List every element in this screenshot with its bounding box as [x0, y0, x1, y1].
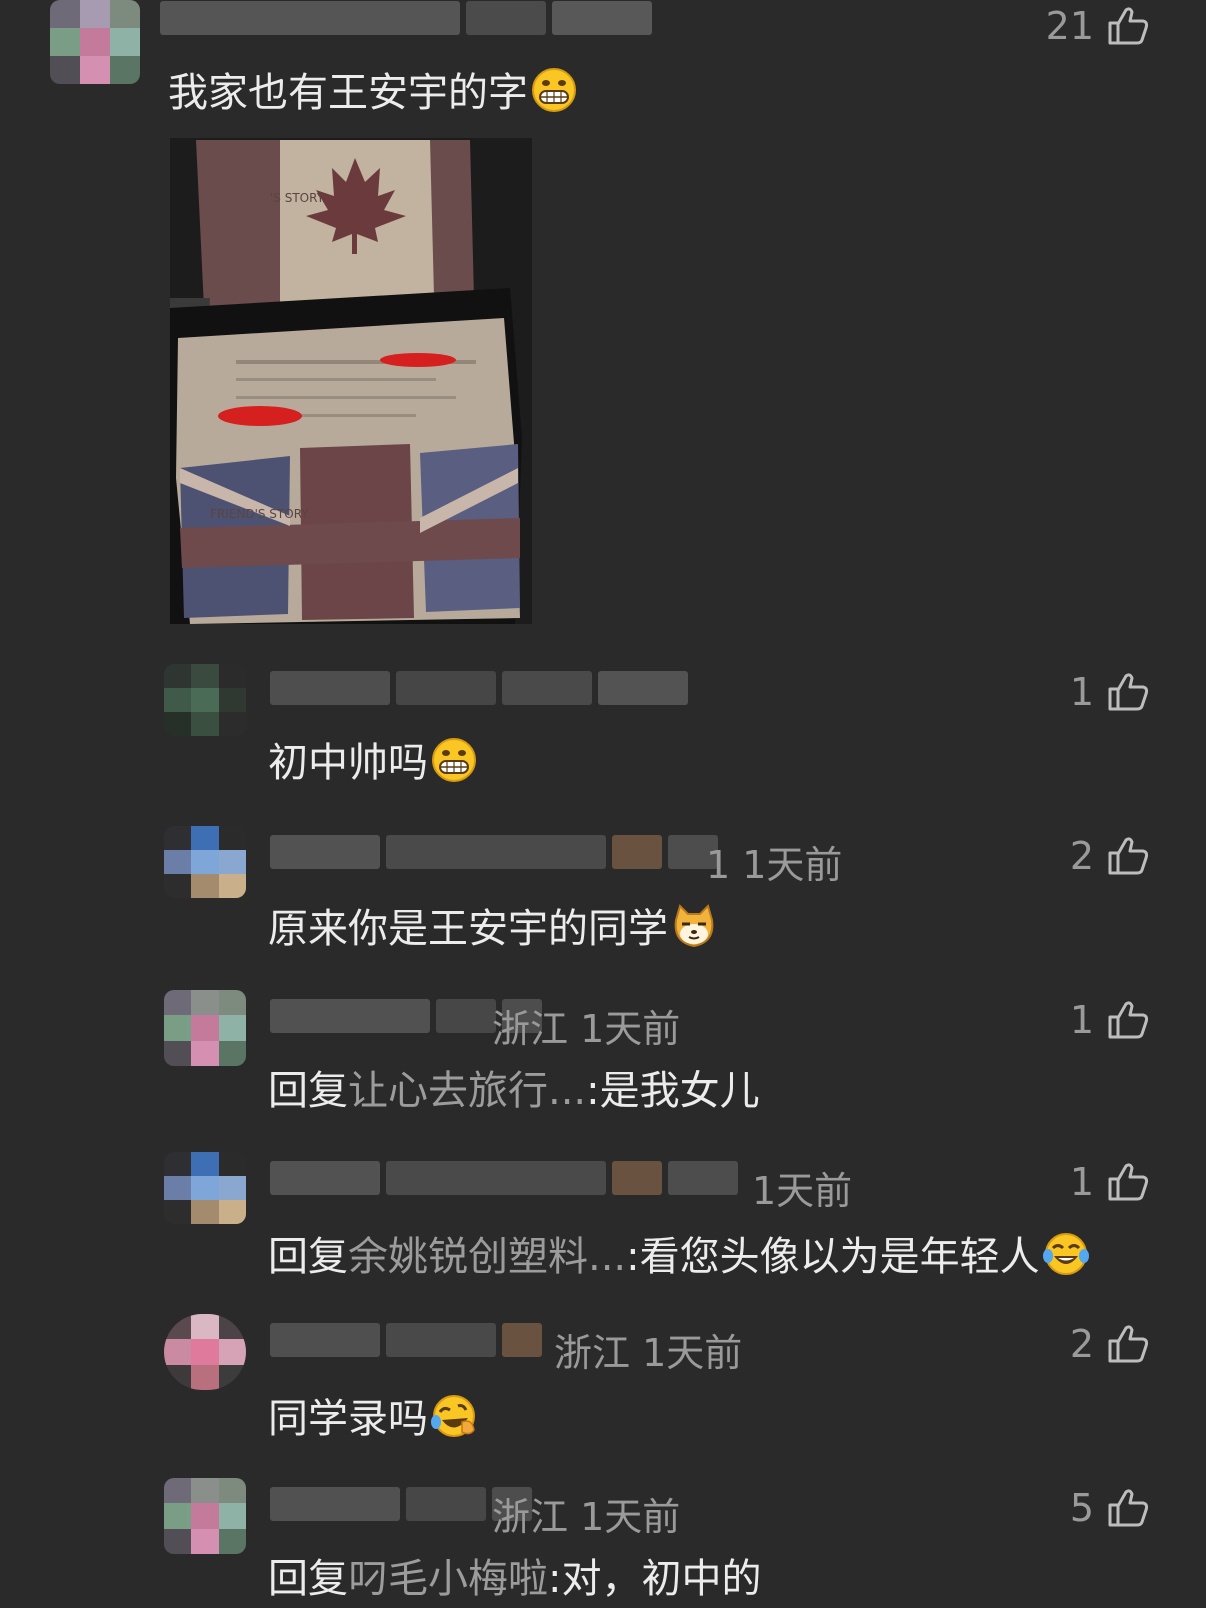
avatar[interactable] — [164, 1314, 246, 1390]
cat-doge-emoji — [674, 904, 714, 948]
username-blurred[interactable] — [270, 666, 688, 710]
like-button[interactable]: 1 — [1070, 1160, 1150, 1204]
like-count: 1 — [1069, 1160, 1094, 1204]
username-blurred[interactable] — [270, 830, 718, 874]
thumbs-up-icon — [1108, 7, 1149, 45]
svg-text:'S STORY: 'S STORY — [270, 191, 325, 205]
like-button[interactable]: 2 — [1070, 834, 1150, 878]
comment-text: 回复叼毛小梅啦:对，初中的 — [268, 1556, 762, 1602]
avatar[interactable] — [164, 990, 246, 1066]
rofl-emoji — [431, 1395, 475, 1437]
thumbs-up-icon — [1108, 1163, 1149, 1201]
username-blurred[interactable] — [270, 1318, 542, 1362]
like-button[interactable]: 1 — [1070, 670, 1150, 714]
comment-text: 回复让心去旅行...:是我女儿 — [268, 1068, 760, 1114]
avatar[interactable] — [164, 664, 246, 736]
comment-meta: 1 1天前 — [706, 843, 843, 887]
comment-meta: 浙江 1天前 — [492, 1495, 681, 1539]
like-count: 5 — [1069, 1486, 1094, 1530]
username-blurred[interactable] — [270, 1156, 738, 1200]
reply-to-username[interactable]: 叼毛小梅啦 — [348, 1556, 548, 1602]
avatar[interactable] — [50, 0, 140, 84]
tears-of-joy-emoji — [1042, 1233, 1089, 1275]
reply-to-username[interactable]: 余姚锐创塑料... — [348, 1234, 626, 1280]
thumbs-up-icon — [1108, 1325, 1149, 1363]
photo-graphic: 'S STORY FRIEND'S STORY — [170, 138, 532, 624]
thumbs-up-icon — [1108, 1489, 1149, 1527]
thumbs-up-icon — [1108, 837, 1149, 875]
reply-prefix: 回复 — [268, 1068, 348, 1114]
reply-prefix: 回复 — [268, 1234, 348, 1280]
svg-text:FRIEND'S STORY: FRIEND'S STORY — [210, 507, 309, 521]
like-button[interactable]: 5 — [1070, 1486, 1150, 1530]
avatar[interactable] — [164, 1152, 246, 1224]
like-count: 1 — [1069, 670, 1094, 714]
like-count: 1 — [1069, 998, 1094, 1042]
comment-meta: 浙江 1天前 — [492, 1007, 681, 1051]
comment-text: 我家也有王安宇的字 — [168, 66, 578, 118]
avatar[interactable] — [164, 1478, 246, 1554]
thumbs-up-icon — [1108, 673, 1149, 711]
reply-prefix: 回复 — [268, 1556, 348, 1602]
comment-meta: 1天前 — [752, 1169, 853, 1213]
grin-emoji — [532, 68, 576, 112]
comment-text: 同学录吗 — [268, 1392, 478, 1444]
like-button[interactable]: 1 — [1070, 998, 1150, 1042]
like-count: 2 — [1069, 1322, 1094, 1366]
comment-text: 回复余姚锐创塑料...:看您头像以为是年轻人 — [268, 1230, 1090, 1282]
like-button[interactable]: 2 — [1070, 1322, 1150, 1366]
comment-photo[interactable]: 'S STORY FRIEND'S STORY — [170, 138, 532, 624]
username-blurred[interactable] — [160, 0, 652, 40]
grin-emoji — [432, 738, 476, 782]
comment-text: 初中帅吗 — [268, 736, 478, 788]
comment-meta: 浙江 1天前 — [554, 1331, 743, 1375]
like-count: 21 — [1045, 4, 1094, 48]
comment-text: 原来你是王安宇的同学 — [268, 902, 718, 954]
thumbs-up-icon — [1108, 1001, 1149, 1039]
like-button[interactable]: 21 — [1046, 4, 1150, 48]
reply-to-username[interactable]: 让心去旅行... — [348, 1068, 586, 1114]
like-count: 2 — [1069, 834, 1094, 878]
avatar[interactable] — [164, 826, 246, 898]
